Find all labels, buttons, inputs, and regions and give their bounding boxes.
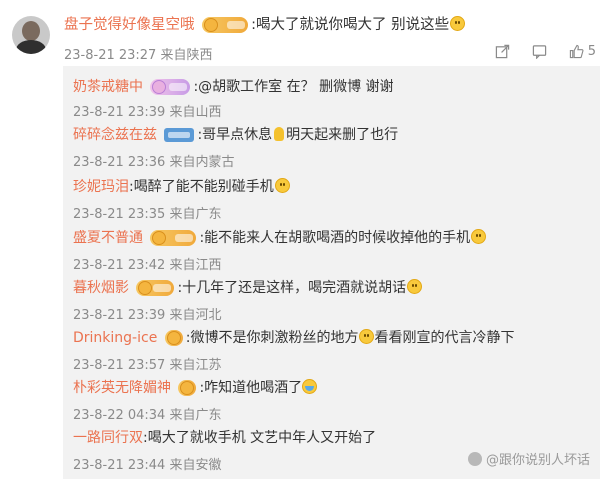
comment-header: 盘子觉得好像星空哦 :喝大了就说你喝大了 别说这些 23-8-21 23:27 … [0,0,600,66]
reply-username[interactable]: 奶茶戒糖中 [73,79,143,95]
member-badge-icon [136,280,175,296]
reply-item: 盛夏不普通 :能不能来人在胡歌喝酒的时候收掉他的手机 [73,227,487,247]
reply-username[interactable]: 盛夏不普通 [73,230,143,246]
crying-emoji-icon [302,379,318,394]
reply-text: :哥早点休息 [197,127,273,143]
reply-text-2: 明天起来删了也行 [286,127,399,143]
member-badge-icon [164,330,183,346]
reply-text: :微博不是你刺激粉丝的地方 [185,330,359,346]
reply-text: :咋知道他喝酒了 [199,380,303,396]
reply-text: :喝醉了能不能别碰手机 [129,179,274,195]
reply-meta: 23-8-21 23:35 来自广东 [73,203,222,222]
reply-username[interactable]: Drinking-ice [73,330,157,346]
reply-time: 23-8-21 23:36 [73,155,166,170]
reply-meta: 23-8-22 04:34 来自广东 [73,404,222,423]
reply-time: 23-8-21 23:44 [73,458,166,473]
reply-meta: 23-8-21 23:44 来自安徽 [73,454,222,473]
watermark-text: @跟你说别人坏话 [485,453,590,468]
reply-meta: 23-8-21 23:39 来自河北 [73,304,222,323]
watermark-logo-icon [467,452,482,466]
smile-emoji-icon [274,178,290,193]
verified-badge-icon [164,128,195,142]
reply-item: 珍妮玛泪:喝醉了能不能别碰手机 [73,176,290,196]
comment-line: 盘子觉得好像星空哦 :喝大了就说你喝大了 别说这些 [64,13,466,34]
like-icon[interactable] [569,44,584,59]
reply-username[interactable]: 珍妮玛泪 [73,179,129,195]
reply-meta: 23-8-21 23:36 来自内蒙古 [73,151,235,170]
reply-text: :喝大了就收手机 文艺中年人又开始了 [143,430,377,446]
reply-time: 23-8-21 23:39 [73,308,166,323]
reply-text: :@胡歌工作室 在？ 删微博 谢谢 [193,79,394,95]
reply-location: 来自广东 [169,207,222,222]
reply-location: 来自河北 [169,308,222,323]
comment-meta: 23-8-21 23:27 来自陕西 [64,44,213,63]
reply-item: 碎碎念兹在兹 :哥早点休息 明天起来删了也行 [73,124,398,144]
comment-username[interactable]: 盘子觉得好像星空哦 [64,17,195,33]
reply-time: 23-8-22 04:34 [73,408,166,423]
watermark: @跟你说别人坏话 [467,449,590,468]
reply-item: 奶茶戒糖中 :@胡歌工作室 在？ 删微博 谢谢 [73,76,394,96]
reply-list: 奶茶戒糖中 :@胡歌工作室 在？ 删微博 谢谢 23-8-21 23:39 来自… [63,66,600,479]
member-badge-icon [178,380,197,396]
comment-text: :喝大了就说你喝大了 别说这些 [251,17,450,33]
reply-text: :能不能来人在胡歌喝酒的时候收掉他的手机 [199,230,471,246]
comment-icon[interactable] [532,44,547,59]
member-badge-icon [202,17,249,33]
reply-location: 来自江西 [169,258,222,273]
reply-item: 暮秋烟影 :十几年了还是这样，喝完酒就说胡话 [73,277,423,297]
reply-meta: 23-8-21 23:42 来自江西 [73,254,222,273]
reply-username[interactable]: 一路同行双 [73,430,143,446]
reply-item: 一路同行双:喝大了就收手机 文艺中年人又开始了 [73,427,376,447]
smile-emoji-icon [359,329,375,344]
reply-location: 来自安徽 [169,458,222,473]
like-count: 5 [587,44,596,59]
avatar[interactable] [12,16,50,54]
smile-emoji-icon [407,279,423,294]
reply-location: 来自内蒙古 [169,155,235,170]
smile-emoji-icon [471,229,487,244]
lightbulb-emoji-icon [274,127,285,141]
member-badge-icon [150,230,197,246]
comment-actions: 5 [495,44,596,59]
reply-meta: 23-8-21 23:57 来自江苏 [73,354,222,373]
reply-username[interactable]: 暮秋烟影 [73,280,129,296]
reply-meta: 23-8-21 23:39 来自山西 [73,101,222,120]
reply-time: 23-8-21 23:35 [73,207,166,222]
reply-username[interactable]: 碎碎念兹在兹 [73,127,157,143]
member-badge-icon [150,79,191,95]
reply-username[interactable]: 朴彩英无降媚神 [73,380,171,396]
comment-location: 来自陕西 [160,48,213,63]
reply-location: 来自山西 [169,105,222,120]
reply-item: 朴彩英无降媚神 :咋知道他喝酒了 [73,377,318,397]
reply-text: :十几年了还是这样，喝完酒就说胡话 [177,280,407,296]
comment-time: 23-8-21 23:27 [64,48,157,63]
reply-time: 23-8-21 23:42 [73,258,166,273]
reply-item: Drinking-ice :微博不是你刺激粉丝的地方 看看刚宣的代言冷静下 [73,327,514,347]
reply-time: 23-8-21 23:39 [73,105,166,120]
reply-text-2: 看看刚宣的代言冷静下 [374,330,515,346]
reply-location: 来自广东 [169,408,222,423]
reply-time: 23-8-21 23:57 [73,358,166,373]
share-icon[interactable] [495,44,510,59]
reply-location: 来自江苏 [169,358,222,373]
smile-emoji-icon [450,16,466,31]
